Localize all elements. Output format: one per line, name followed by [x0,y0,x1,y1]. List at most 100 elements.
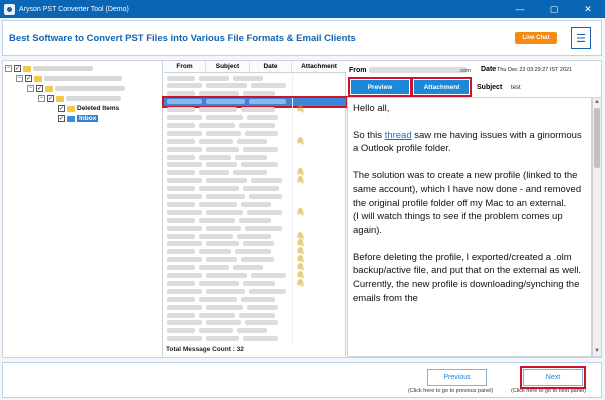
paperclip-icon: 🖇 [296,169,305,177]
message-row[interactable]: 🖇 [164,263,346,272]
column-date[interactable]: Date [250,61,292,72]
redacted-cell [167,336,202,342]
redacted-cell [206,288,245,294]
close-button[interactable]: ✕ [571,0,605,18]
message-row[interactable] [164,326,346,335]
column-attachment[interactable]: Attachment [292,61,346,72]
column-subject[interactable]: Subject [206,61,250,72]
redacted-cell [243,91,275,97]
message-row[interactable]: 🖇 [164,255,346,264]
redacted-cell [241,257,274,263]
message-row[interactable] [164,160,346,169]
message-row[interactable] [164,224,346,233]
message-row[interactable]: 🖇 [164,232,346,240]
body-scrollbar[interactable]: ▲ ▼ [592,97,602,357]
message-row[interactable] [164,89,346,98]
redacted-cell [167,186,195,192]
message-row[interactable]: 🖇 [164,176,346,185]
redacted-cell [251,273,286,278]
redacted-cell [206,336,239,342]
message-row[interactable] [164,311,346,319]
redacted-cell [167,122,195,128]
redacted-cell [239,122,275,128]
message-row-selected[interactable] [162,95,348,108]
message-row[interactable] [164,74,346,82]
message-row[interactable]: 🖇 [164,168,346,177]
collapse-icon[interactable]: − [38,95,45,102]
message-row[interactable] [164,295,346,304]
preview-tab-button[interactable]: Preview [348,77,412,97]
redacted-cell [199,328,233,334]
message-row[interactable] [164,121,346,130]
collapse-icon[interactable]: − [27,85,34,92]
collapse-icon[interactable]: − [5,65,12,72]
previous-button[interactable]: Previous [427,369,487,386]
message-row[interactable] [164,318,346,327]
message-row[interactable] [164,184,346,193]
message-row[interactable]: 🖇 [164,239,346,248]
message-row[interactable] [164,303,346,312]
scroll-up-icon[interactable]: ▲ [593,98,601,107]
tree-node-root[interactable]: − ✓ [5,64,93,73]
tree-node-subfolder[interactable]: − ✓ [38,94,121,103]
tree-checkbox[interactable]: ✓ [36,85,43,92]
redacted-cell [243,186,279,192]
redacted-cell [167,312,195,318]
message-row[interactable] [164,113,346,122]
header-banner: Best Software to Convert PST Files into … [2,20,602,56]
column-from[interactable]: From [164,61,206,72]
body-paragraph: Before deleting the profile, I exported/… [353,251,582,277]
message-row[interactable]: 🖇 [164,137,346,146]
tree-checkbox[interactable]: ✓ [58,115,65,122]
redacted-cell [167,146,202,152]
redacted-cell [167,194,202,199]
attachment-tab-button[interactable]: Attachment [411,77,472,97]
tree-checkbox[interactable]: ✓ [14,65,21,72]
message-row[interactable] [164,81,346,90]
redacted-cell [241,162,278,168]
redacted-cell [206,194,245,199]
message-row[interactable] [164,145,346,154]
redacted-cell [247,115,278,120]
redacted-cell [199,217,235,223]
thread-link[interactable]: thread [385,130,412,141]
message-row[interactable]: 🖇 [164,208,346,217]
scroll-down-icon[interactable]: ▼ [593,347,601,356]
message-row[interactable] [164,287,346,296]
message-row[interactable] [164,129,346,138]
message-row[interactable] [164,153,346,161]
message-row[interactable]: 🖇 [164,105,346,114]
redacted-cell [199,312,235,318]
message-row[interactable]: 🖇 [164,247,346,256]
tree-checkbox[interactable]: ✓ [58,105,65,112]
maximize-button[interactable]: ▢ [537,0,571,18]
message-row[interactable]: 🖇 [164,279,346,288]
paperclip-icon: 🖇 [296,279,305,287]
tree-node-inbox[interactable]: ✓ Inbox [58,114,99,123]
from-domain: .com [459,68,471,74]
attachment-cell: 🖇 [292,271,342,280]
collapse-icon[interactable]: − [16,75,23,82]
redacted-cell [167,138,195,144]
tree-checkbox[interactable]: ✓ [25,75,32,82]
redacted-cell [167,178,202,184]
minimize-button[interactable]: — [503,0,537,18]
tree-node-mailbox[interactable]: − ✓ [27,84,125,93]
next-button[interactable]: Next [520,366,586,389]
redacted-cell [167,296,195,302]
scroll-thumb[interactable] [594,108,600,168]
tree-node-deleted-items[interactable]: ✓ Deleted Items [58,104,119,113]
message-rows: 🖇 🖇 🖇 🖇 🖇 🖇 🖇 🖇 🖇 🖇 🖇 🖇 [162,74,348,344]
body-text: So this [353,129,385,141]
message-row[interactable] [164,334,346,343]
tree-node-account[interactable]: − ✓ [16,74,122,83]
tree-checkbox[interactable]: ✓ [47,95,54,102]
menu-button[interactable]: ☰ [571,27,591,49]
message-row[interactable] [164,200,346,209]
previous-hint: (Click here to go to previous panel) [408,388,494,394]
message-row[interactable] [164,192,346,201]
message-row[interactable] [164,216,346,225]
live-chat-button[interactable]: Live Chat [515,32,557,44]
redacted-cell [206,130,241,136]
message-row[interactable]: 🖇 [164,271,346,280]
